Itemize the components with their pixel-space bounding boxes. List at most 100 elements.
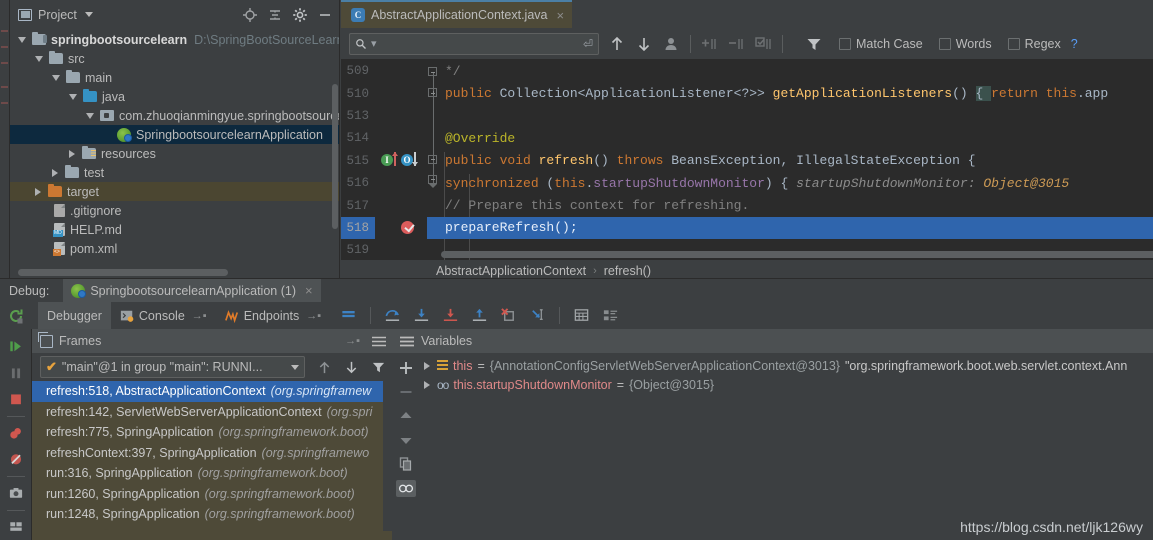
gutter-icons[interactable] <box>375 216 427 240</box>
fold-expand-icon[interactable] <box>428 88 437 98</box>
chevron-down-icon[interactable] <box>84 12 93 17</box>
expand-arrow-right-icon[interactable] <box>52 168 58 177</box>
frame-row[interactable]: refresh:775, SpringApplication (org.spri… <box>32 422 392 443</box>
tree-item-pom-xml[interactable]: <> pom.xml <box>10 239 339 258</box>
drop-frame-icon[interactable] <box>500 307 517 324</box>
expand-arrow-down-icon[interactable] <box>69 93 77 100</box>
evaluate-expression-icon[interactable] <box>573 307 590 324</box>
remove-watch-icon[interactable] <box>398 384 414 400</box>
fold-column[interactable] <box>427 239 439 260</box>
tree-item-help-md[interactable]: MD HELP.md <box>10 220 339 239</box>
tree-item-test[interactable]: test <box>10 163 339 182</box>
code-line-516[interactable]: 516 synchronized (this.startupShutdownMo… <box>341 172 1153 194</box>
frame-row[interactable]: refresh:142, ServletWebServerApplication… <box>32 402 392 423</box>
project-tree[interactable]: springbootsourcelearn D:\SpringBootSourc… <box>10 29 339 278</box>
locate-icon[interactable] <box>242 7 258 23</box>
fold-collapse-icon[interactable] <box>428 174 437 184</box>
mute-breakpoints-icon[interactable] <box>7 452 25 467</box>
find-previous-icon[interactable] <box>608 35 626 53</box>
expand-arrow-down-icon[interactable] <box>52 74 60 81</box>
resume-program-icon[interactable] <box>7 339 25 354</box>
close-icon[interactable]: × <box>305 283 313 298</box>
copy-icon[interactable] <box>398 456 414 472</box>
search-input[interactable]: ▾ ⏎ <box>349 32 599 55</box>
move-down-icon[interactable] <box>398 432 414 448</box>
gutter-icons[interactable] <box>375 127 427 149</box>
select-all-occurrences-icon[interactable] <box>754 35 772 53</box>
breakpoint-verified-icon[interactable] <box>401 220 414 234</box>
filter-icon[interactable] <box>805 35 823 53</box>
find-next-icon[interactable] <box>635 35 653 53</box>
gutter-icons[interactable] <box>375 82 427 104</box>
frame-row[interactable]: run:1248, SpringApplication (org.springf… <box>32 504 392 525</box>
frame-row[interactable]: refresh:518, AbstractApplicationContext … <box>32 381 392 402</box>
remove-line-icon[interactable] <box>727 35 745 53</box>
watches-icon[interactable] <box>396 480 416 497</box>
expand-arrow-down-icon[interactable] <box>18 36 26 43</box>
checkbox-box[interactable] <box>1007 37 1020 50</box>
frames-up-icon[interactable] <box>317 360 332 375</box>
stop-icon[interactable] <box>7 392 25 407</box>
expand-arrow-right-icon[interactable] <box>69 149 75 158</box>
project-horizontal-scrollbar[interactable] <box>18 269 228 276</box>
fold-column[interactable] <box>427 217 439 239</box>
screenshot-icon[interactable] <box>7 486 25 501</box>
code-line-515[interactable]: 515 I O public void refresh() throws Bea… <box>341 150 1153 172</box>
frames-vertical-scrollbar[interactable] <box>383 381 392 531</box>
frames-list[interactable]: refresh:518, AbstractApplicationContext … <box>32 381 392 540</box>
gutter-icons[interactable] <box>375 105 427 127</box>
breadcrumb-class[interactable]: AbstractApplicationContext <box>436 264 586 278</box>
layout-settings-icon[interactable] <box>7 519 25 534</box>
settings-list-icon[interactable] <box>602 307 619 324</box>
project-title-group[interactable]: Project <box>18 8 93 22</box>
tree-item-gitignore[interactable]: .gitignore <box>10 201 339 220</box>
add-line-icon[interactable] <box>700 35 718 53</box>
code-line-514[interactable]: 514 @Override <box>341 127 1153 149</box>
rerun-icon[interactable] <box>8 308 24 324</box>
editor-tab-abstractapplicationcontext[interactable]: C AbstractApplicationContext.java × <box>341 0 573 28</box>
frame-row[interactable]: refreshContext:397, SpringApplication (o… <box>32 443 392 464</box>
collapse-all-icon[interactable] <box>267 7 283 23</box>
gutter-icons[interactable] <box>375 194 427 216</box>
close-icon[interactable]: × <box>556 8 564 23</box>
tab-endpoints[interactable]: Endpoints →▪ <box>216 302 331 329</box>
tab-debugger[interactable]: Debugger <box>38 302 111 329</box>
step-over-icon[interactable] <box>384 307 401 324</box>
project-vertical-scrollbar[interactable] <box>332 84 338 229</box>
fold-column[interactable] <box>427 150 439 172</box>
fold-column[interactable] <box>427 194 439 216</box>
chevron-down-icon[interactable] <box>291 364 299 370</box>
pin-icon[interactable]: →▪ <box>192 310 207 322</box>
fold-column[interactable] <box>427 82 439 104</box>
tree-item-springbootsourcelearn[interactable]: springbootsourcelearn D:\SpringBootSourc… <box>10 30 339 49</box>
thread-select[interactable]: ✔ "main"@1 in group "main": RUNNI... <box>40 356 305 378</box>
code-editor[interactable]: 509 */ 510 public Collection<Application… <box>341 60 1153 260</box>
settings-gear-icon[interactable] <box>292 7 308 23</box>
gutter-icons[interactable] <box>375 60 427 82</box>
tab-console[interactable]: Console →▪ <box>111 302 216 329</box>
gutter-icons[interactable] <box>375 172 427 194</box>
tree-item-src[interactable]: src <box>10 49 339 68</box>
code-line-509[interactable]: 509 */ <box>341 60 1153 82</box>
add-watch-icon[interactable] <box>398 360 414 376</box>
tree-item-package[interactable]: com.zhuoqianmingyue.springbootsourcelear… <box>10 106 339 125</box>
gutter-icons[interactable]: I O <box>375 150 427 172</box>
code-line-518[interactable]: 518 prepareRefresh(); <box>341 216 1153 240</box>
step-out-icon[interactable] <box>471 307 488 324</box>
variable-row-this[interactable]: this = {AnnotationConfigServletWebServer… <box>420 356 1153 375</box>
fold-column[interactable] <box>427 60 439 82</box>
view-breakpoints-icon[interactable] <box>7 426 25 441</box>
fold-column[interactable] <box>427 172 439 194</box>
pin-icon[interactable]: →▪ <box>345 335 360 347</box>
fold-collapse-icon[interactable] <box>428 67 437 76</box>
tree-item-springbootsourcelearn-application[interactable]: SpringbootsourcelearnApplication <box>10 125 339 144</box>
breadcrumb-method[interactable]: refresh() <box>604 264 651 278</box>
frame-row[interactable]: run:1260, SpringApplication (org.springf… <box>32 484 392 505</box>
variables-list[interactable]: this = {AnnotationConfigServletWebServer… <box>420 353 1153 540</box>
expand-arrow-right-icon[interactable] <box>424 380 430 389</box>
fold-column[interactable] <box>427 105 439 127</box>
move-up-icon[interactable] <box>398 408 414 424</box>
match-case-checkbox[interactable]: Match Case <box>839 37 923 51</box>
filter-frames-icon[interactable] <box>371 360 386 375</box>
checkbox-box[interactable] <box>839 37 851 50</box>
